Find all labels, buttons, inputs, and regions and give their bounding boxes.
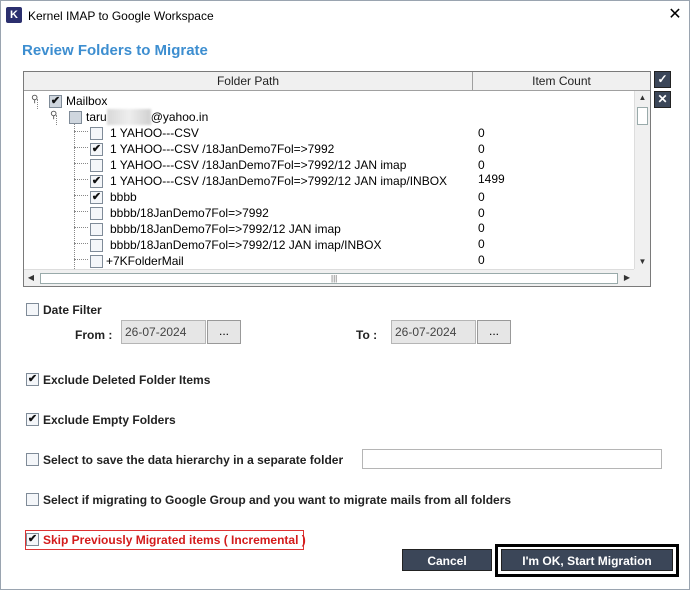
folder-checkbox[interactable]: ✔ bbox=[90, 191, 103, 204]
cancel-button[interactable]: Cancel bbox=[402, 549, 492, 571]
horizontal-scrollbar[interactable]: ◀ ||| ▶ bbox=[24, 269, 634, 286]
folder-checkbox[interactable] bbox=[90, 207, 103, 220]
tree-node-folder[interactable]: bbbb/18JanDemo7Fol=>7992/12 JAN imap/INB… bbox=[110, 237, 382, 253]
migration-window: K Kernel IMAP to Google Workspace ✕ Revi… bbox=[0, 0, 690, 590]
grip-icon: ||| bbox=[331, 274, 338, 283]
tree-connector bbox=[74, 227, 88, 228]
tree-header: Folder Path Item Count bbox=[24, 72, 650, 91]
scroll-thumb[interactable] bbox=[637, 107, 648, 125]
folder-checkbox[interactable] bbox=[90, 239, 103, 252]
check-all-icon[interactable]: ✓ bbox=[654, 71, 671, 88]
mailbox-checkbox[interactable]: ✔ bbox=[49, 95, 62, 108]
scrollbar-corner bbox=[634, 269, 650, 286]
tree-node-folder[interactable]: bbbb bbox=[110, 189, 137, 205]
to-date-browse-button[interactable]: ... bbox=[477, 320, 511, 344]
page-title: Review Folders to Migrate bbox=[22, 42, 208, 59]
tree-node-folder[interactable]: 1 YAHOO---CSV /18JanDemo7Fol=>7992/12 JA… bbox=[110, 157, 406, 173]
account-name-prefix: taru bbox=[86, 110, 107, 124]
scroll-thumb[interactable]: ||| bbox=[40, 273, 618, 284]
folder-checkbox[interactable]: ✔ bbox=[90, 175, 103, 188]
kernel-app-icon: K bbox=[6, 7, 22, 23]
tree-node-folder[interactable]: 1 YAHOO---CSV bbox=[110, 125, 199, 141]
from-date-field[interactable]: 26-07-2024 bbox=[121, 320, 206, 344]
folder-checkbox[interactable] bbox=[90, 223, 103, 236]
exclude-empty-label: Exclude Empty Folders bbox=[43, 413, 176, 427]
item-count: 0 bbox=[478, 253, 485, 267]
folder-tree: ⚲ ✔ Mailbox ⚲ taru @yahoo.in 1 YAHOO---C… bbox=[24, 91, 634, 269]
scroll-up-icon[interactable]: ▲ bbox=[635, 91, 650, 105]
item-count: 0 bbox=[478, 221, 485, 235]
exclude-deleted-label: Exclude Deleted Folder Items bbox=[43, 373, 211, 387]
google-group-label: Select if migrating to Google Group and … bbox=[43, 493, 512, 507]
title-bar: K Kernel IMAP to Google Workspace ✕ bbox=[1, 1, 689, 31]
item-count: 0 bbox=[478, 206, 485, 220]
window-title: Kernel IMAP to Google Workspace bbox=[28, 9, 214, 23]
item-count: 0 bbox=[478, 237, 485, 251]
folder-checkbox[interactable] bbox=[90, 159, 103, 172]
item-count: 0 bbox=[478, 190, 485, 204]
tree-connector bbox=[74, 243, 88, 244]
tree-node-folder[interactable]: +7KFolderMail bbox=[106, 253, 184, 269]
tree-connector bbox=[74, 195, 88, 196]
tree-connector bbox=[74, 123, 75, 269]
exclude-empty-checkbox[interactable]: ✔ bbox=[26, 413, 39, 426]
tree-connector bbox=[74, 211, 88, 212]
close-icon[interactable]: ✕ bbox=[665, 5, 685, 25]
tree-connector bbox=[74, 259, 88, 260]
save-hierarchy-checkbox[interactable] bbox=[26, 453, 39, 466]
account-name-suffix: @yahoo.in bbox=[150, 110, 209, 124]
to-label: To : bbox=[356, 328, 378, 342]
uncheck-all-icon[interactable]: ✕ bbox=[654, 91, 671, 108]
account-name-masked bbox=[106, 109, 151, 125]
tree-node-folder[interactable]: 1 YAHOO---CSV /18JanDemo7Fol=>7992/12 JA… bbox=[110, 173, 447, 189]
folder-checkbox[interactable]: ✔ bbox=[90, 143, 103, 156]
vertical-scrollbar[interactable]: ▲ ▼ bbox=[634, 91, 650, 269]
date-filter-label: Date Filter bbox=[43, 303, 102, 317]
exclude-deleted-checkbox[interactable]: ✔ bbox=[26, 373, 39, 386]
scroll-down-icon[interactable]: ▼ bbox=[635, 255, 650, 269]
tree-connector bbox=[74, 163, 88, 164]
date-filter-checkbox[interactable] bbox=[26, 303, 39, 316]
hierarchy-folder-input[interactable] bbox=[362, 449, 662, 469]
account-checkbox[interactable] bbox=[69, 111, 82, 124]
column-header-item-count[interactable]: Item Count bbox=[473, 72, 650, 91]
from-date-browse-button[interactable]: ... bbox=[207, 320, 241, 344]
scroll-right-icon[interactable]: ▶ bbox=[620, 270, 634, 286]
item-count: 1499 bbox=[478, 172, 505, 186]
save-hierarchy-label: Select to save the data hierarchy in a s… bbox=[43, 453, 344, 467]
scroll-left-icon[interactable]: ◀ bbox=[24, 270, 38, 286]
item-count: 0 bbox=[478, 126, 485, 140]
start-migration-button[interactable]: I'm OK, Start Migration bbox=[501, 549, 673, 571]
tree-expand-icon[interactable]: ⚲ bbox=[31, 95, 40, 105]
to-date-field[interactable]: 26-07-2024 bbox=[391, 320, 476, 344]
tree-node-mailbox[interactable]: Mailbox bbox=[66, 93, 107, 109]
folder-tree-panel: Folder Path Item Count ⚲ ✔ Mailbox ⚲ tar… bbox=[23, 71, 651, 287]
folder-checkbox[interactable] bbox=[90, 127, 103, 140]
tree-node-folder[interactable]: bbbb/18JanDemo7Fol=>7992 bbox=[110, 205, 269, 221]
skip-migrated-checkbox[interactable]: ✔ bbox=[26, 533, 39, 546]
tree-connector bbox=[74, 179, 88, 180]
tree-node-account[interactable]: taru @yahoo.in bbox=[86, 109, 208, 125]
tree-node-folder[interactable]: bbbb/18JanDemo7Fol=>7992/12 JAN imap bbox=[110, 221, 341, 237]
tree-node-folder[interactable]: 1 YAHOO---CSV /18JanDemo7Fol=>7992 bbox=[110, 141, 334, 157]
tree-connector bbox=[74, 131, 88, 132]
column-header-folder-path[interactable]: Folder Path bbox=[24, 72, 473, 91]
google-group-checkbox[interactable] bbox=[26, 493, 39, 506]
folder-checkbox[interactable] bbox=[90, 255, 103, 268]
from-label: From : bbox=[75, 328, 113, 342]
tree-expand-icon[interactable]: ⚲ bbox=[50, 111, 59, 121]
skip-migrated-label: Skip Previously Migrated items ( Increme… bbox=[43, 533, 306, 547]
item-count: 0 bbox=[478, 142, 485, 156]
tree-connector bbox=[74, 147, 88, 148]
